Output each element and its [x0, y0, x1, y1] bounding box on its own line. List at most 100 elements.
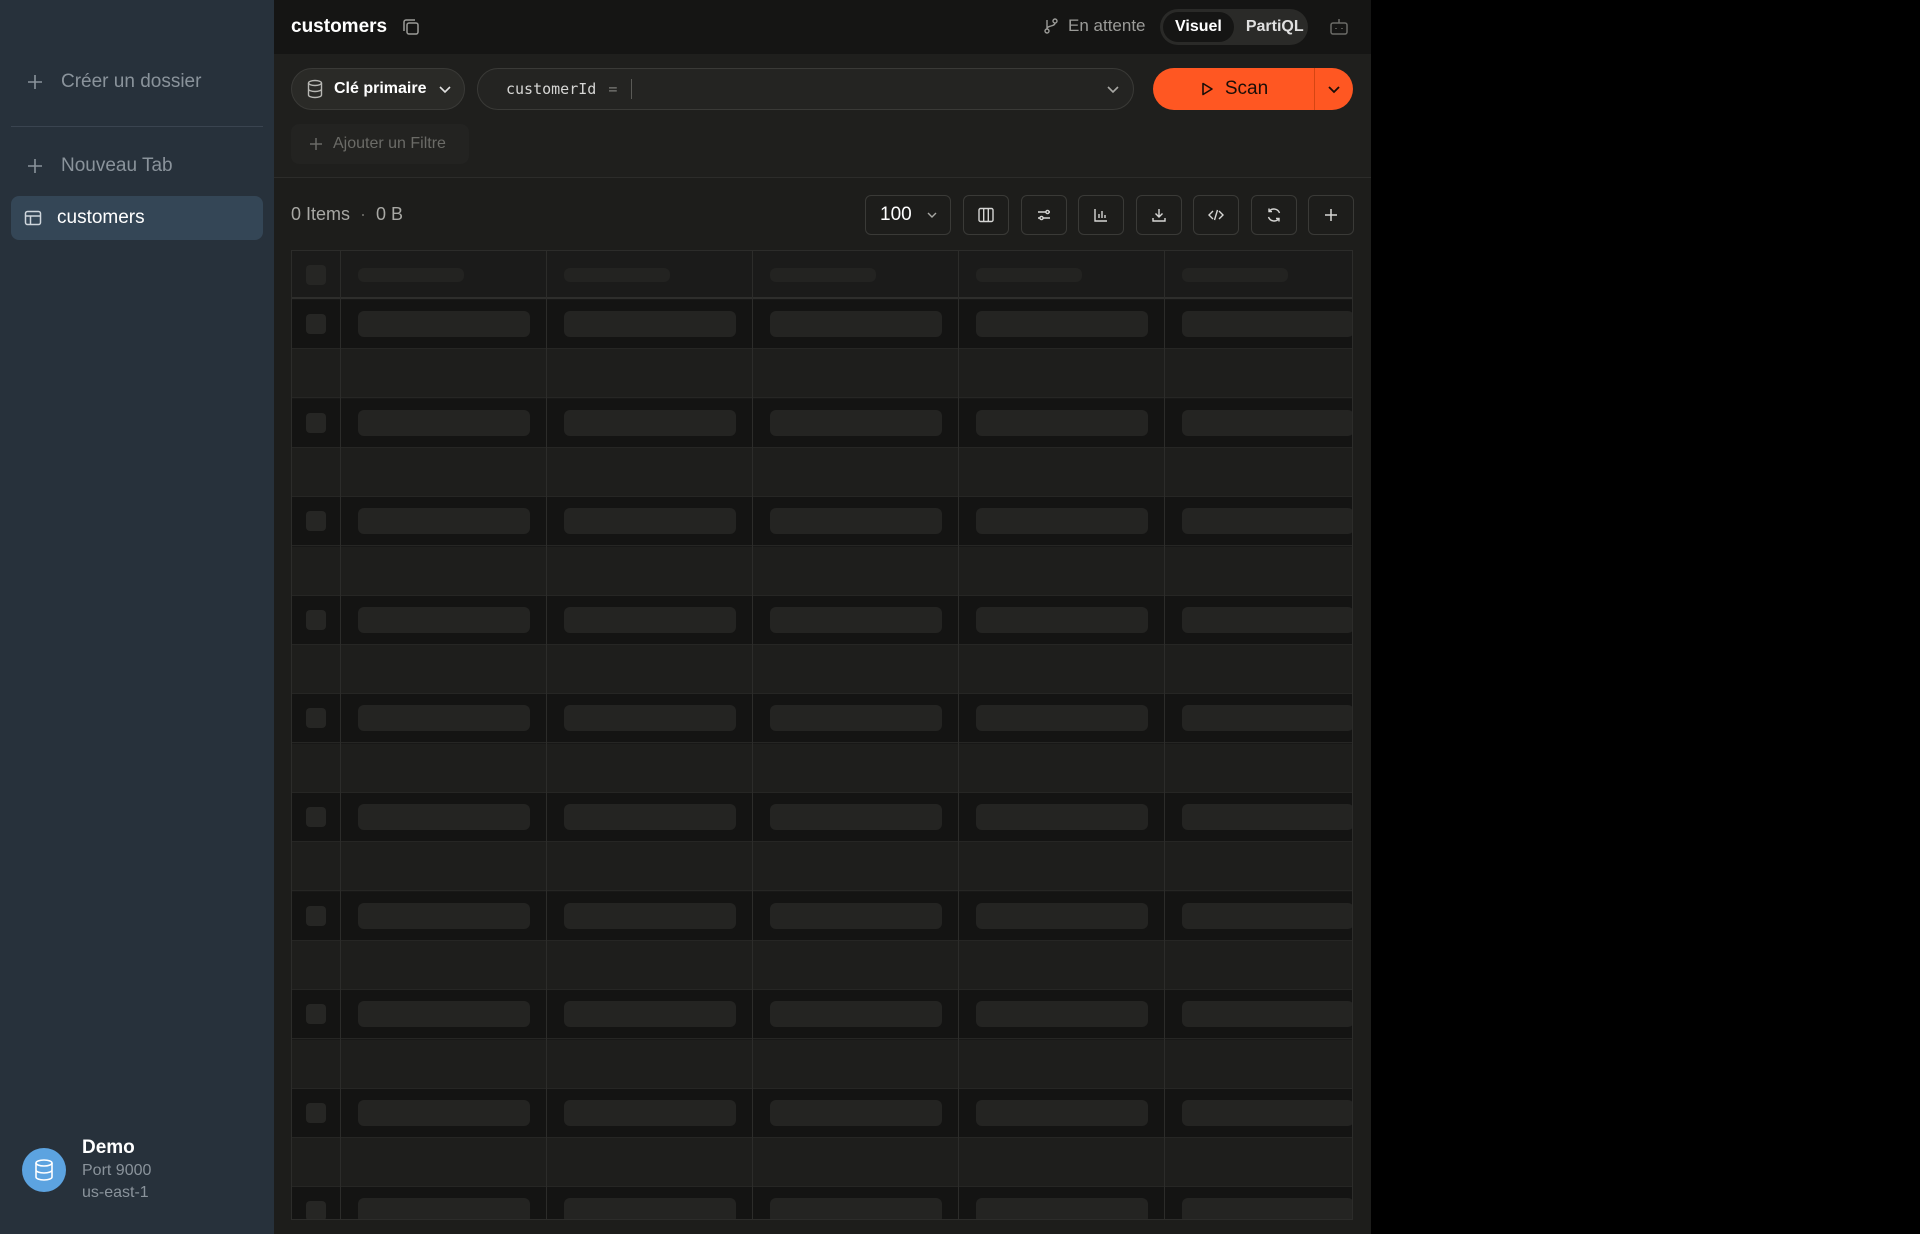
- create-folder-label: Créer un dossier: [61, 71, 202, 92]
- columns-icon: [978, 207, 994, 223]
- key-name: customerId: [506, 80, 597, 98]
- key-operator: =: [608, 80, 618, 98]
- column-header-placeholder: [770, 268, 876, 282]
- table-row-placeholder: [292, 1187, 1352, 1219]
- cell-placeholder: [1182, 1198, 1352, 1219]
- connection-card[interactable]: Demo Port 9000 us-east-1: [22, 1136, 151, 1204]
- play-icon: [1202, 82, 1213, 96]
- text-caret: [631, 79, 633, 99]
- results-table-skeleton: [291, 250, 1353, 1220]
- cell-placeholder: [1182, 705, 1352, 732]
- row-checkbox-placeholder: [306, 807, 326, 827]
- row-checkbox-placeholder: [306, 314, 326, 334]
- tab-partiql[interactable]: PartiQL: [1234, 12, 1316, 42]
- scan-button[interactable]: Scan: [1153, 68, 1315, 110]
- column-divider: [546, 251, 547, 1219]
- main-panel: customers En attente Visuel PartiQL Clé …: [274, 0, 1371, 1234]
- add-filter-button[interactable]: Ajouter un Filtre: [291, 124, 469, 164]
- refresh-icon: [1267, 208, 1281, 222]
- add-item-button[interactable]: [1308, 195, 1354, 235]
- row-checkbox-placeholder: [306, 511, 326, 532]
- cell-placeholder: [770, 804, 942, 830]
- table-row-placeholder: [292, 793, 1352, 842]
- cell-placeholder: [770, 1198, 942, 1219]
- cell-placeholder: [976, 902, 1148, 929]
- cell-placeholder: [976, 606, 1148, 633]
- status-indicator: En attente: [1042, 16, 1146, 36]
- table-row-placeholder: [292, 743, 1352, 793]
- status-text: En attente: [1068, 16, 1146, 35]
- cell-placeholder: [358, 1198, 530, 1219]
- new-tab-button[interactable]: Nouveau Tab: [11, 144, 263, 188]
- page-size-value: 100: [880, 204, 912, 225]
- table-row-placeholder: [292, 842, 1352, 892]
- cell-placeholder: [976, 804, 1148, 830]
- download-icon: [1152, 209, 1166, 222]
- git-branch-icon: [1044, 18, 1058, 34]
- cell-placeholder: [564, 1099, 736, 1126]
- tab-visuel[interactable]: Visuel: [1163, 12, 1234, 42]
- table-row-placeholder: [292, 645, 1352, 695]
- results-summary: 0 Items · 0 B: [291, 204, 404, 224]
- connection-port: Port 9000: [82, 1162, 152, 1179]
- table-row-placeholder: [292, 694, 1352, 744]
- cell-placeholder: [976, 1198, 1148, 1219]
- row-checkbox-placeholder: [306, 708, 326, 729]
- row-checkbox-placeholder: [306, 1004, 326, 1025]
- create-folder-button[interactable]: Créer un dossier: [11, 60, 263, 104]
- robot-icon[interactable]: [1328, 16, 1350, 38]
- row-checkbox-placeholder: [306, 905, 326, 926]
- cell-placeholder: [358, 409, 530, 436]
- sidebar: Créer un dossier Nouveau Tab customers D…: [0, 0, 274, 1234]
- table-row-placeholder: [292, 447, 1352, 497]
- cell-placeholder: [1182, 409, 1352, 436]
- refresh-button[interactable]: [1251, 195, 1297, 235]
- scan-options-button[interactable]: [1315, 68, 1353, 110]
- cell-placeholder: [564, 902, 736, 929]
- page-title: customers: [291, 16, 388, 37]
- row-checkbox-placeholder: [306, 1201, 326, 1219]
- cell-placeholder: [564, 1198, 736, 1219]
- table-row-placeholder: [292, 497, 1352, 547]
- cell-placeholder: [1182, 902, 1352, 929]
- cell-placeholder: [358, 902, 530, 929]
- table-row-placeholder: [292, 595, 1352, 645]
- scan-button-group: Scan: [1153, 68, 1353, 110]
- code-button[interactable]: [1193, 195, 1239, 235]
- row-checkbox-placeholder: [306, 1102, 326, 1123]
- cell-placeholder: [564, 409, 736, 436]
- filter-settings-button[interactable]: [1021, 195, 1067, 235]
- chevron-down-icon: [439, 86, 452, 94]
- cell-placeholder: [770, 1099, 942, 1126]
- column-divider: [752, 251, 753, 1219]
- database-icon: [307, 79, 323, 99]
- key-condition-input[interactable]: customerId =: [477, 68, 1134, 110]
- database-icon: [22, 1148, 66, 1192]
- table-row-placeholder: [292, 940, 1352, 990]
- query-bar: Clé primaire customerId = Scan Ajouter u…: [274, 54, 1371, 178]
- cell-placeholder: [976, 1099, 1148, 1126]
- index-select[interactable]: Clé primaire: [291, 68, 465, 110]
- data-size: 0 B: [376, 204, 404, 224]
- page-size-select[interactable]: 100: [865, 195, 951, 235]
- sidebar-item-customers[interactable]: customers: [11, 196, 263, 240]
- cell-placeholder: [770, 311, 942, 337]
- download-button[interactable]: [1136, 195, 1182, 235]
- cell-placeholder: [564, 508, 736, 535]
- row-checkbox-placeholder: [306, 412, 326, 433]
- header-checkbox-placeholder: [306, 265, 326, 285]
- sidebar-divider: [11, 126, 263, 127]
- column-header-placeholder: [564, 268, 670, 282]
- table-row-placeholder: [292, 1138, 1352, 1188]
- plus-icon: [25, 72, 45, 92]
- copy-icon[interactable]: [400, 16, 422, 38]
- cell-placeholder: [770, 409, 942, 436]
- chart-button[interactable]: [1078, 195, 1124, 235]
- column-header-placeholder: [976, 268, 1082, 282]
- sliders-icon: [1038, 209, 1050, 221]
- title-bar: customers En attente Visuel PartiQL: [274, 0, 1371, 54]
- cell-placeholder: [358, 508, 530, 535]
- cell-placeholder: [1182, 311, 1352, 337]
- cell-placeholder: [770, 705, 942, 732]
- columns-button[interactable]: [963, 195, 1009, 235]
